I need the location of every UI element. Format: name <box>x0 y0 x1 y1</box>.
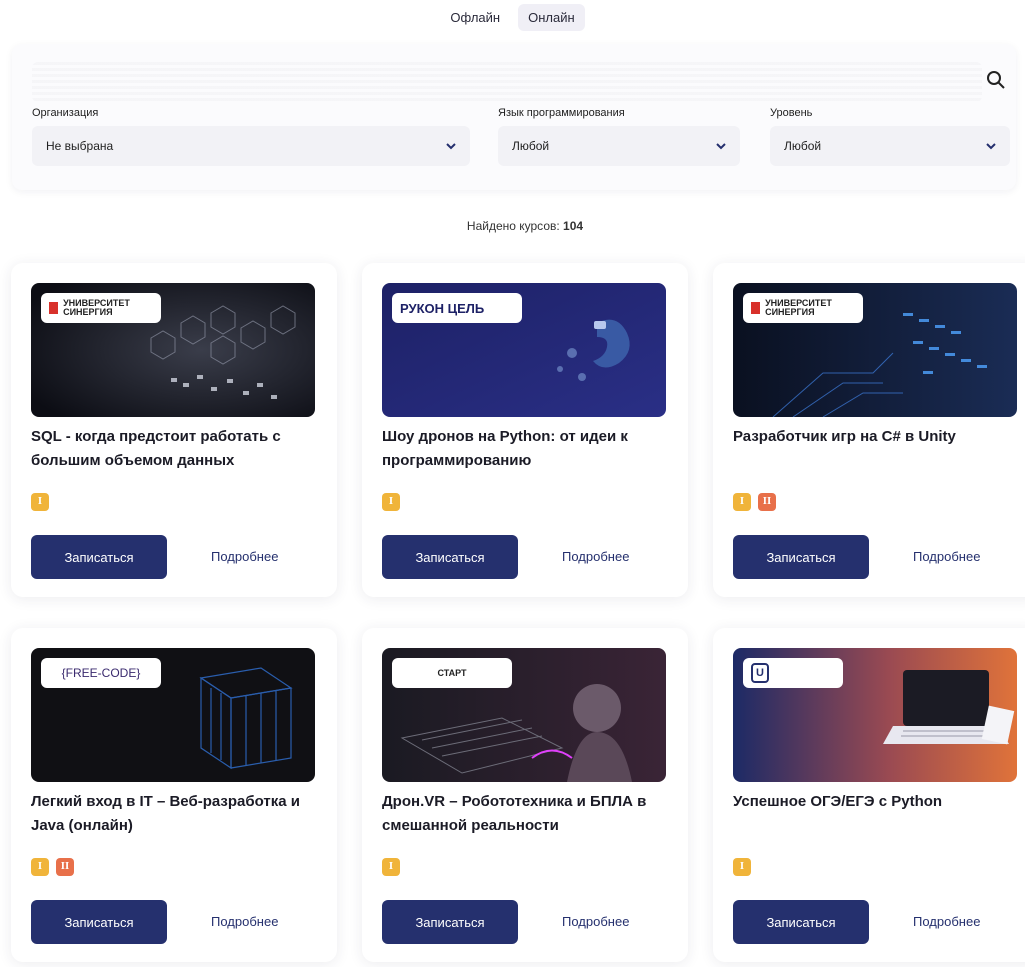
tab-online[interactable]: Онлайн <box>518 4 585 31</box>
course-image: U <box>733 648 1017 782</box>
level-badge: II <box>56 858 74 876</box>
search-icon[interactable] <box>982 66 1010 94</box>
org-logo: U <box>743 658 843 688</box>
course-image: СТАРТ <box>382 648 666 782</box>
course-image: УНИВЕРСИТЕТ СИНЕРГИЯ <box>733 283 1017 417</box>
level-badge: I <box>31 858 49 876</box>
org-logo: УНИВЕРСИТЕТ СИНЕРГИЯ <box>743 293 863 323</box>
org-logo: РУКОН ЦЕЛЬ <box>392 293 522 323</box>
course-title[interactable]: Дрон.VR – Робототехника и БПЛА в смешанн… <box>382 790 672 838</box>
course-image: РУКОН ЦЕЛЬ <box>382 283 666 417</box>
level-badge: I <box>733 858 751 876</box>
enroll-button[interactable]: Записаться <box>733 535 869 579</box>
more-link[interactable]: Подробнее <box>211 549 278 564</box>
courses-found: Найдено курсов: 104 <box>0 219 1025 233</box>
level-badge: II <box>758 493 776 511</box>
level-badges: I II <box>31 858 74 876</box>
more-link[interactable]: Подробнее <box>562 549 629 564</box>
level-badges: I II <box>733 493 776 511</box>
chevron-down-icon <box>986 143 996 150</box>
level-badges: I <box>382 493 400 511</box>
course-card: U Успешное ОГЭ/ЕГЭ с Python I Записаться… <box>713 628 1025 962</box>
more-link[interactable]: Подробнее <box>562 914 629 929</box>
chevron-down-icon <box>716 143 726 150</box>
course-image: УНИВЕРСИТЕТ СИНЕРГИЯ <box>31 283 315 417</box>
course-card: СТАРТ Дрон.VR – Робототехника и БПЛА в с… <box>362 628 688 962</box>
level-badge: I <box>382 493 400 511</box>
course-title[interactable]: Легкий вход в IT – Веб-разработка и Java… <box>31 790 321 838</box>
course-card: {FREE-CODE} Легкий вход в IT – Веб-разра… <box>11 628 337 962</box>
enroll-button[interactable]: Записаться <box>31 535 167 579</box>
organization-label: Организация <box>32 107 99 119</box>
language-select[interactable]: Любой <box>498 126 740 166</box>
language-label: Язык программирования <box>498 107 625 119</box>
courses-found-label: Найдено курсов: <box>466 219 560 233</box>
level-badges: I <box>31 493 49 511</box>
enroll-button[interactable]: Записаться <box>382 535 518 579</box>
level-badge: I <box>382 858 400 876</box>
course-title[interactable]: Успешное ОГЭ/ЕГЭ с Python <box>733 790 1023 814</box>
level-label: Уровень <box>770 107 813 119</box>
level-value: Любой <box>784 139 822 153</box>
course-title[interactable]: Разработчик игр на C# в Unity <box>733 425 1023 449</box>
language-value: Любой <box>512 139 550 153</box>
course-card: УНИВЕРСИТЕТ СИНЕРГИЯ Разработчик игр на … <box>713 263 1025 597</box>
more-link[interactable]: Подробнее <box>913 914 980 929</box>
course-image: {FREE-CODE} <box>31 648 315 782</box>
enroll-button[interactable]: Записаться <box>733 900 869 944</box>
enroll-button[interactable]: Записаться <box>31 900 167 944</box>
search-input[interactable] <box>32 62 982 102</box>
organization-select[interactable]: Не выбрана <box>32 126 470 166</box>
course-title[interactable]: Шоу дронов на Python: от идеи к программ… <box>382 425 672 473</box>
mode-tabs: Офлайн Онлайн <box>0 4 1025 31</box>
org-logo: {FREE-CODE} <box>41 658 161 688</box>
level-badges: I <box>382 858 400 876</box>
filter-panel: Организация Не выбрана Язык программиров… <box>12 44 1016 190</box>
level-select[interactable]: Любой <box>770 126 1010 166</box>
tab-offline[interactable]: Офлайн <box>440 4 510 31</box>
more-link[interactable]: Подробнее <box>913 549 980 564</box>
courses-found-count: 104 <box>563 219 584 233</box>
org-logo: СТАРТ <box>392 658 512 688</box>
course-title[interactable]: SQL - когда предстоит работать с большим… <box>31 425 321 473</box>
chevron-down-icon <box>446 143 456 150</box>
enroll-button[interactable]: Записаться <box>382 900 518 944</box>
course-card: РУКОН ЦЕЛЬ Шоу дронов на Python: от идеи… <box>362 263 688 597</box>
org-logo: УНИВЕРСИТЕТ СИНЕРГИЯ <box>41 293 161 323</box>
level-badges: I <box>733 858 751 876</box>
level-badge: I <box>31 493 49 511</box>
organization-value: Не выбрана <box>46 139 114 153</box>
level-badge: I <box>733 493 751 511</box>
course-card: УНИВЕРСИТЕТ СИНЕРГИЯ SQL - когда предсто… <box>11 263 337 597</box>
more-link[interactable]: Подробнее <box>211 914 278 929</box>
